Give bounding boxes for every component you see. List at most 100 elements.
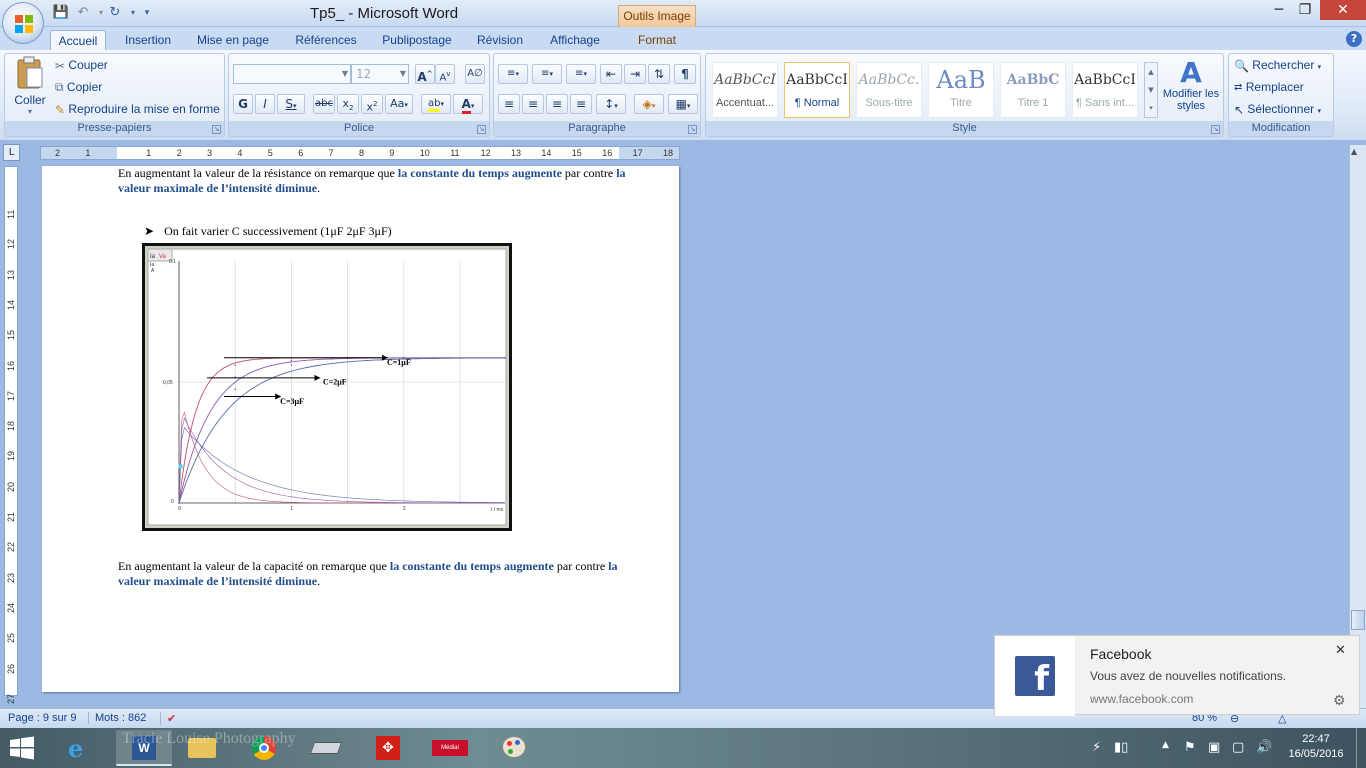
tab-revision[interactable]: Révision — [470, 30, 530, 50]
clear-format-icon[interactable]: A∅ — [465, 64, 485, 84]
tab-insertion[interactable]: Insertion — [116, 30, 180, 50]
tab-mise-en-page[interactable]: Mise en page — [190, 30, 276, 50]
shrink-font-icon[interactable]: Av — [435, 64, 455, 84]
battery-icon[interactable]: ▮▯ — [1114, 740, 1128, 755]
font-size-value: 12 — [356, 67, 372, 81]
page-count[interactable]: Page : 9 sur 9 — [8, 712, 77, 724]
network-icon[interactable]: ▣ — [1208, 740, 1220, 755]
cut-button[interactable]: ✂ Couper — [55, 58, 108, 73]
show-marks-icon[interactable]: ¶ — [674, 64, 696, 84]
tab-selector[interactable]: L — [3, 144, 20, 161]
style-accentuation[interactable]: AaBbCcI Accentuat... — [712, 62, 778, 118]
decrease-indent-icon[interactable]: ⇤ — [600, 64, 622, 84]
select-button[interactable]: ↖ Sélectionner ▾ — [1234, 102, 1321, 117]
help-icon[interactable]: ? — [1346, 31, 1362, 47]
show-desktop-button[interactable] — [1356, 728, 1366, 768]
underline-icon[interactable]: S▾ — [277, 94, 305, 114]
multilevel-list-icon[interactable]: ≡▾ — [566, 64, 596, 84]
chart-image[interactable]: Ia Va Ia A 0.1 0,05 0 0 1 2 t / ms C=1μF… — [142, 243, 512, 531]
vertical-ruler[interactable]: 11 12 13 14 15 16 17 18 19 20 21 22 23 24 25 26 27 — [4, 166, 18, 704]
redo-icon[interactable]: ↻ — [106, 5, 124, 21]
toast-settings-icon[interactable]: ⚙ — [1333, 692, 1346, 709]
font-name-combo[interactable]: ▼ — [233, 64, 351, 84]
align-right-icon[interactable]: ≡ — [546, 94, 568, 114]
subscript-icon[interactable]: x2 — [337, 94, 359, 114]
tab-accueil[interactable]: Accueil — [50, 30, 106, 50]
tab-affichage[interactable]: Affichage — [540, 30, 610, 50]
style-titre[interactable]: AaB Titre — [928, 62, 994, 118]
close-icon[interactable]: ✕ — [1320, 0, 1366, 20]
styles-scroll[interactable]: ▲ ▼ ▾ — [1144, 62, 1158, 118]
style-sous-titre[interactable]: AaBbCc. Sous-titre — [856, 62, 922, 118]
styles-launcher-icon[interactable]: ↘ — [1211, 125, 1220, 134]
shading-icon[interactable]: ◈▾ — [634, 94, 664, 114]
font-color-icon[interactable]: A▾ — [453, 94, 483, 114]
display-icon[interactable]: ▢ — [1232, 740, 1244, 755]
highlight-icon[interactable]: ab▾ — [421, 94, 451, 114]
word-count[interactable]: Mots : 862 — [88, 712, 146, 724]
find-button[interactable]: 🔍 Rechercher ▾ — [1234, 58, 1321, 73]
tab-references[interactable]: Références — [288, 30, 364, 50]
medinet-taskbar-icon[interactable]: Médial — [422, 730, 478, 766]
paragraph-capacity: En augmentant la valeur de la capacité o… — [118, 559, 638, 589]
replace-button[interactable]: ⇄ Remplacer — [1234, 80, 1304, 94]
vertical-scrollbar[interactable]: ▲ ▲ ▼ — [1349, 145, 1366, 710]
document-page[interactable]: En augmentant la valeur de la résistance… — [42, 166, 679, 692]
numbering-icon[interactable]: ≡▾ — [532, 64, 562, 84]
toast-close-icon[interactable]: ✕ — [1335, 642, 1346, 658]
grow-font-icon[interactable]: A^ — [415, 64, 435, 84]
tab-publipostage[interactable]: Publipostage — [374, 30, 460, 50]
horizontal-ruler[interactable]: 2 1 1 2 3 4 5 6 7 8 9 10 11 12 13 14 15 16 17 18 — [40, 146, 680, 160]
office-button[interactable] — [2, 2, 44, 44]
align-center-icon[interactable]: ≡ — [522, 94, 544, 114]
superscript-icon[interactable]: x2 — [361, 94, 383, 114]
style-titre-1[interactable]: AaBbC Titre 1 — [1000, 62, 1066, 118]
paste-dropdown-icon[interactable]: ▾ — [9, 107, 51, 116]
clock[interactable]: 22:47 16/05/2016 — [1286, 732, 1346, 762]
paint-taskbar-icon[interactable] — [486, 730, 542, 766]
justify-icon[interactable]: ≡ — [570, 94, 592, 114]
customize-qat-icon[interactable]: ▾ — [138, 5, 156, 21]
ie-taskbar-icon[interactable]: e — [54, 730, 110, 766]
paste-button[interactable]: Coller ▾ — [9, 56, 51, 120]
bold-icon[interactable]: G — [233, 94, 253, 114]
cursor-marker — [178, 464, 183, 469]
italic-icon[interactable]: I — [255, 94, 275, 114]
font-launcher-icon[interactable]: ↘ — [477, 125, 486, 134]
copy-button[interactable]: ⧉ Copier — [55, 80, 102, 95]
paragraph-launcher-icon[interactable]: ↘ — [688, 125, 697, 134]
style-normal[interactable]: AaBbCcI ¶ Normal — [784, 62, 850, 118]
scissors-icon: ✂ — [55, 58, 66, 73]
save-icon[interactable]: 💾 — [52, 5, 70, 21]
scroll-thumb[interactable] — [1351, 610, 1365, 630]
restore-icon[interactable]: ❐ — [1292, 0, 1318, 20]
font-size-combo[interactable]: 12 ▼ — [351, 64, 409, 84]
align-left-icon[interactable]: ≡ — [498, 94, 520, 114]
undo-icon[interactable]: ↶ — [74, 5, 92, 21]
change-styles-button[interactable]: A Modifier les styles — [1162, 58, 1220, 120]
scanner-taskbar-icon[interactable] — [298, 730, 354, 766]
scroll-up-icon[interactable]: ▲ — [1351, 147, 1357, 156]
borders-icon[interactable]: ▦▾ — [668, 94, 698, 114]
line-spacing-icon[interactable]: ↕▾ — [596, 94, 626, 114]
ruler-number: 6 — [298, 148, 304, 158]
strikethrough-icon[interactable]: abc — [313, 94, 335, 114]
facebook-notification[interactable]: f Facebook Vous avez de nouvelles notifi… — [994, 635, 1360, 716]
power-icon[interactable]: ⚡ — [1092, 740, 1101, 755]
proofing-icon[interactable]: ✔ — [160, 712, 176, 725]
windows-start-icon[interactable] — [8, 736, 38, 760]
acrobat-taskbar-icon[interactable]: ✥ — [360, 730, 416, 766]
change-case-icon[interactable]: Aa▾ — [385, 94, 413, 114]
bullets-icon[interactable]: ≡▾ — [498, 64, 528, 84]
style-sans-interligne[interactable]: AaBbCcI ¶ Sans int... — [1072, 62, 1138, 118]
clipboard-launcher-icon[interactable]: ↘ — [212, 125, 221, 134]
minimize-icon[interactable]: ─ — [1266, 0, 1292, 20]
increase-indent-icon[interactable]: ⇥ — [624, 64, 646, 84]
show-hidden-icons[interactable]: ▲ — [1162, 740, 1169, 750]
format-painter-button[interactable]: ✎ Reproduire la mise en forme — [55, 102, 220, 117]
ruler-area: L 21123456789101112131415161718 ▤ — [0, 140, 1366, 166]
tab-format[interactable]: Format — [626, 30, 688, 50]
flag-icon[interactable]: ⚑ — [1184, 740, 1196, 755]
sort-icon[interactable]: ⇅ — [648, 64, 670, 84]
volume-icon[interactable]: 🔊 — [1256, 740, 1272, 755]
